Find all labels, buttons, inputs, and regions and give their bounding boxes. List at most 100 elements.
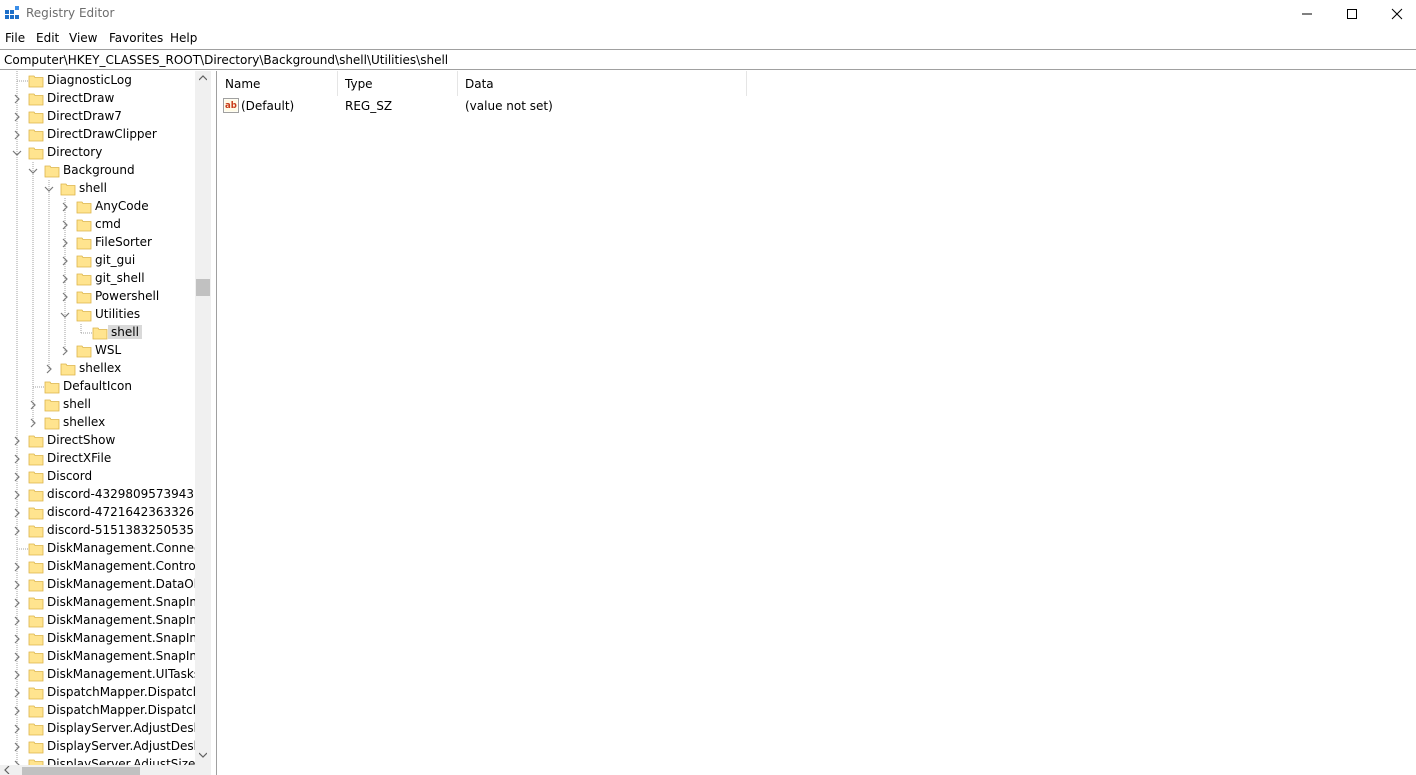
tree-item[interactable]: cmd xyxy=(0,216,195,234)
tree-item[interactable]: Discord xyxy=(0,468,195,486)
tree-item[interactable]: shell xyxy=(0,324,195,342)
tree-item[interactable]: shell xyxy=(0,180,195,198)
tree-item[interactable]: WSL xyxy=(0,342,195,360)
chevron-right-icon[interactable] xyxy=(60,256,70,266)
registry-values-list[interactable]: Name Type Data ab (Default) REG_SZ (valu… xyxy=(218,71,1416,775)
tree-item[interactable]: FileSorter xyxy=(0,234,195,252)
chevron-right-icon[interactable] xyxy=(12,112,22,122)
maximize-button[interactable] xyxy=(1329,0,1375,28)
tree-item[interactable]: DiskManagement.Control xyxy=(0,558,199,576)
tree-item[interactable]: DefaultIcon xyxy=(0,378,195,396)
menu-view[interactable]: View xyxy=(69,31,97,45)
tree-item[interactable]: DirectDrawClipper xyxy=(0,126,195,144)
chevron-right-icon[interactable] xyxy=(12,472,22,482)
chevron-right-icon[interactable] xyxy=(60,346,70,356)
chevron-right-icon[interactable] xyxy=(12,490,22,500)
tree-item[interactable]: shellex xyxy=(0,360,195,378)
tree-item[interactable]: DirectShow xyxy=(0,432,195,450)
pane-splitter[interactable] xyxy=(211,71,217,775)
tree-item[interactable]: shell xyxy=(0,396,195,414)
tree-item[interactable]: Powershell xyxy=(0,288,195,306)
menu-favorites[interactable]: Favorites xyxy=(109,31,163,45)
tree-hscroll-thumb[interactable] xyxy=(22,767,140,775)
chevron-right-icon[interactable] xyxy=(12,724,22,734)
chevron-right-icon[interactable] xyxy=(12,508,22,518)
tree-item[interactable]: DiskManagement.UITasks xyxy=(0,666,200,684)
chevron-right-icon[interactable] xyxy=(12,742,22,752)
tree-item[interactable]: DiskManagement.SnapInAbout xyxy=(0,612,211,630)
minimize-icon xyxy=(1302,13,1312,15)
chevron-right-icon[interactable] xyxy=(12,616,22,626)
tree-item[interactable]: Utilities xyxy=(0,306,195,324)
chevron-right-icon[interactable] xyxy=(12,454,22,464)
scroll-up-arrow-icon[interactable] xyxy=(199,75,207,81)
tree-item[interactable]: DispatchMapper.DispatchMapper xyxy=(0,684,211,702)
value-row-default[interactable]: ab (Default) REG_SZ (value not set) xyxy=(218,96,758,116)
tree-item[interactable]: DirectDraw7 xyxy=(0,108,195,126)
column-header-name[interactable]: Name xyxy=(218,71,338,96)
tree-horizontal-scrollbar[interactable] xyxy=(0,765,211,775)
chevron-right-icon[interactable] xyxy=(12,670,22,680)
tree-item[interactable]: DisplayServer.AdjustDesktop xyxy=(0,720,211,738)
scroll-down-arrow-icon[interactable] xyxy=(199,752,207,758)
chevron-right-icon[interactable] xyxy=(12,706,22,716)
tree-item[interactable]: shellex xyxy=(0,414,195,432)
tree-item[interactable]: discord-472164236332630016 xyxy=(0,504,211,522)
tree-item[interactable]: Directory xyxy=(0,144,195,162)
chevron-right-icon[interactable] xyxy=(12,652,22,662)
chevron-right-icon[interactable] xyxy=(12,526,22,536)
address-path[interactable]: Computer\HKEY_CLASSES_ROOT\Directory\Bac… xyxy=(4,53,448,67)
chevron-right-icon[interactable] xyxy=(12,130,22,140)
tree-item[interactable]: DisplayServer.AdjustDesktop.1 xyxy=(0,738,211,756)
menu-help[interactable]: Help xyxy=(170,31,197,45)
tree-item[interactable]: DirectXFile xyxy=(0,450,195,468)
tree-item[interactable]: DirectDraw xyxy=(0,90,195,108)
tree-item-label: WSL xyxy=(95,343,122,357)
tree-item[interactable]: git_shell xyxy=(0,270,195,288)
registry-key-tree[interactable]: DiagnosticLog DirectDraw DirectDraw7 Direct… xyxy=(0,71,211,775)
chevron-down-icon[interactable] xyxy=(12,148,22,158)
address-bar[interactable]: Computer\HKEY_CLASSES_ROOT\Directory\Bac… xyxy=(0,49,1416,70)
chevron-right-icon[interactable] xyxy=(60,292,70,302)
chevron-down-icon[interactable] xyxy=(44,184,54,194)
tree-item[interactable]: DiagnosticLog xyxy=(0,72,195,90)
tree-item[interactable]: git_gui xyxy=(0,252,195,270)
chevron-right-icon[interactable] xyxy=(12,598,22,608)
chevron-right-icon[interactable] xyxy=(28,400,38,410)
folder-icon xyxy=(76,201,92,214)
chevron-down-icon[interactable] xyxy=(60,310,70,320)
tree-item[interactable]: Background xyxy=(0,162,195,180)
tree-scroll-thumb[interactable] xyxy=(196,279,210,296)
tree-item[interactable]: DiskManagement.DataObject xyxy=(0,576,211,594)
close-button[interactable] xyxy=(1374,0,1416,28)
tree-item[interactable]: discord-432980957394370572 xyxy=(0,486,211,504)
tree-item[interactable]: DiskManagement.SnapIn xyxy=(0,594,197,612)
column-header-data[interactable]: Data xyxy=(458,71,747,96)
chevron-right-icon[interactable] xyxy=(12,94,22,104)
tree-item[interactable]: AnyCode xyxy=(0,198,195,216)
chevron-right-icon[interactable] xyxy=(60,202,70,212)
folder-icon xyxy=(28,687,44,700)
chevron-right-icon[interactable] xyxy=(12,580,22,590)
chevron-right-icon[interactable] xyxy=(12,562,22,572)
minimize-button[interactable] xyxy=(1284,0,1330,28)
menu-edit[interactable]: Edit xyxy=(36,31,59,45)
chevron-right-icon[interactable] xyxy=(60,274,70,284)
chevron-right-icon[interactable] xyxy=(12,634,22,644)
chevron-down-icon[interactable] xyxy=(28,166,38,176)
column-header-type[interactable]: Type xyxy=(338,71,458,96)
chevron-right-icon[interactable] xyxy=(28,418,38,428)
tree-vertical-scrollbar[interactable] xyxy=(195,71,211,765)
chevron-right-icon[interactable] xyxy=(60,220,70,230)
chevron-right-icon[interactable] xyxy=(44,364,54,374)
tree-item[interactable]: DiskManagement.SnapInComponent xyxy=(0,630,211,648)
tree-item[interactable]: DiskManagement.Connection xyxy=(0,540,211,558)
chevron-right-icon[interactable] xyxy=(12,436,22,446)
tree-item[interactable]: DispatchMapper.DispatchMapper.1 xyxy=(0,702,211,720)
chevron-right-icon[interactable] xyxy=(60,238,70,248)
tree-item[interactable]: DiskManagement.SnapInExtension xyxy=(0,648,211,666)
chevron-right-icon[interactable] xyxy=(12,688,22,698)
menu-file[interactable]: File xyxy=(5,31,25,45)
scroll-left-arrow-icon[interactable] xyxy=(4,766,10,774)
tree-item[interactable]: discord-515138325053571082 xyxy=(0,522,211,540)
